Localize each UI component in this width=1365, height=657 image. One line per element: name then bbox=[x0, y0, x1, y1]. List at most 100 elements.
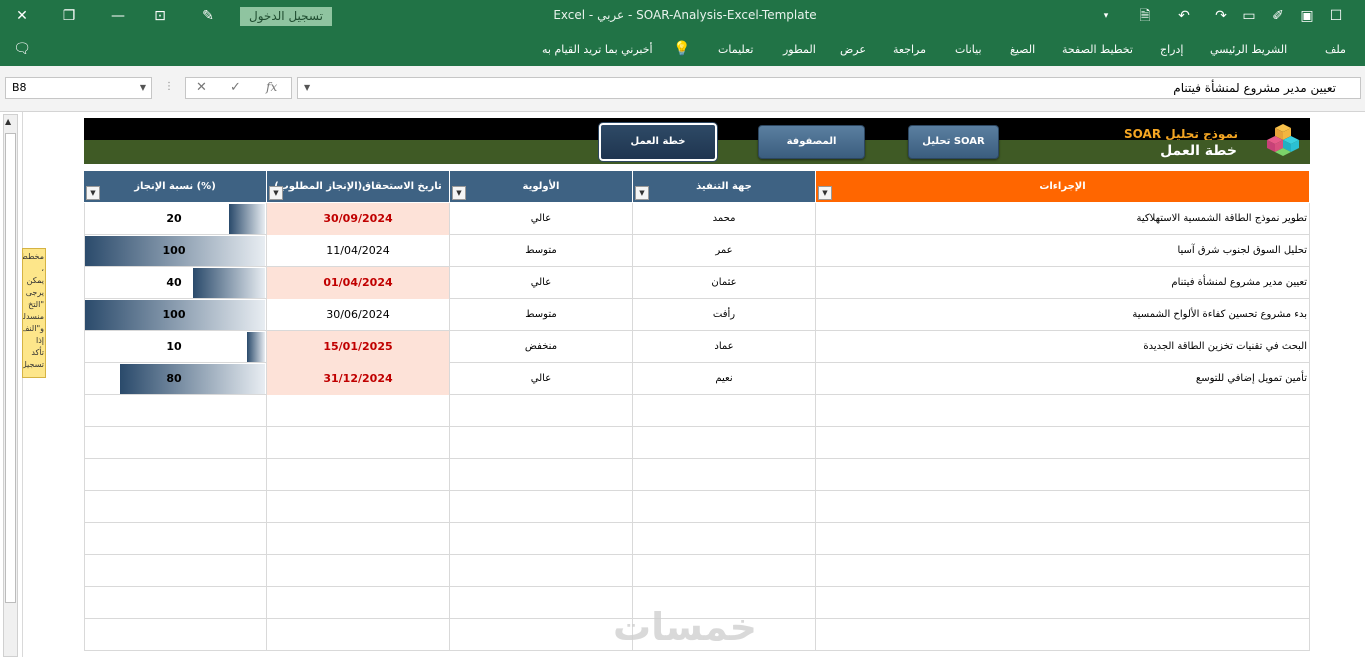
cell-completion[interactable]: 100 bbox=[84, 299, 267, 331]
edit-icon[interactable]: ✐ bbox=[1268, 6, 1288, 26]
filter-dropdown-icon[interactable]: ▼ bbox=[818, 186, 832, 200]
cell-owner[interactable] bbox=[633, 555, 816, 587]
pen-icon[interactable]: ✎ bbox=[198, 6, 218, 26]
cell-owner[interactable] bbox=[633, 459, 816, 491]
cell-completion[interactable]: 40 bbox=[84, 267, 267, 299]
action-plan-button[interactable]: خطة العمل bbox=[599, 123, 717, 161]
chevron-down-icon[interactable]: ▼ bbox=[140, 78, 146, 98]
cell-completion[interactable] bbox=[84, 491, 267, 523]
cell-action[interactable] bbox=[816, 459, 1310, 491]
cell-action[interactable]: البحث في تقنيات تخزين الطاقة الجديدة bbox=[816, 331, 1310, 363]
tab-insert[interactable]: إدراج bbox=[1160, 43, 1183, 56]
cell-priority[interactable] bbox=[450, 395, 633, 427]
drag-handle-icon[interactable]: ⋮ bbox=[164, 81, 174, 92]
filter-dropdown-icon[interactable]: ▼ bbox=[86, 186, 100, 200]
scrollbar-thumb[interactable] bbox=[5, 133, 16, 603]
cell-completion[interactable] bbox=[84, 555, 267, 587]
cell-owner[interactable] bbox=[633, 523, 816, 555]
cell-completion[interactable]: 80 bbox=[84, 363, 267, 395]
cell-action[interactable]: تحليل السوق لجنوب شرق آسيا bbox=[816, 235, 1310, 267]
cell-owner[interactable]: عمر bbox=[633, 235, 816, 267]
cell-due-date[interactable] bbox=[267, 555, 450, 587]
comments-icon[interactable]: 🗨 bbox=[12, 39, 32, 59]
cell-action[interactable] bbox=[816, 619, 1310, 651]
expand-formula-icon[interactable]: ▼ bbox=[304, 78, 310, 98]
cell-due-date[interactable] bbox=[267, 491, 450, 523]
cell-due-date[interactable]: 30/09/2024 bbox=[267, 203, 450, 235]
scroll-up-icon[interactable]: ▲ bbox=[5, 117, 11, 126]
cell-completion[interactable]: 100 bbox=[84, 235, 267, 267]
tab-data[interactable]: بيانات bbox=[955, 43, 982, 56]
tab-page-layout[interactable]: تخطيط الصفحة bbox=[1062, 43, 1133, 56]
open-icon[interactable]: ▭ bbox=[1239, 6, 1259, 26]
cell-completion[interactable] bbox=[84, 427, 267, 459]
tab-file[interactable]: ملف bbox=[1325, 43, 1346, 56]
worksheet[interactable]: ▲ مخطط ، يمكن يرجى "التخ منسدلة و"النف إ… bbox=[0, 112, 1365, 657]
matrix-button[interactable]: المصفوفة bbox=[758, 125, 865, 159]
cell-priority[interactable] bbox=[450, 491, 633, 523]
cell-priority[interactable] bbox=[450, 427, 633, 459]
cell-action[interactable] bbox=[816, 587, 1310, 619]
cell-owner[interactable]: محمد bbox=[633, 203, 816, 235]
cancel-icon[interactable]: ✕ bbox=[196, 80, 207, 95]
cell-owner[interactable]: رأفت bbox=[633, 299, 816, 331]
vertical-scrollbar[interactable]: ▲ bbox=[3, 114, 18, 657]
touch-mode-icon[interactable]: ☐ bbox=[1326, 6, 1346, 26]
tab-help[interactable]: تعليمات bbox=[718, 43, 753, 56]
close-icon[interactable]: ✕ bbox=[12, 6, 32, 26]
cell-due-date[interactable] bbox=[267, 395, 450, 427]
cell-due-date[interactable] bbox=[267, 587, 450, 619]
cell-priority[interactable] bbox=[450, 523, 633, 555]
cell-priority[interactable]: عالي bbox=[450, 363, 633, 395]
cell-owner[interactable] bbox=[633, 427, 816, 459]
soar-analysis-button[interactable]: تحليل SOAR bbox=[908, 125, 999, 159]
cell-due-date[interactable]: 15/01/2025 bbox=[267, 331, 450, 363]
cell-due-date[interactable] bbox=[267, 619, 450, 651]
tab-formulas[interactable]: الصيغ bbox=[1010, 43, 1035, 56]
cell-priority[interactable]: عالي bbox=[450, 267, 633, 299]
customize-qat-icon[interactable]: ▾ bbox=[1096, 6, 1116, 26]
cell-action[interactable] bbox=[816, 427, 1310, 459]
save-icon[interactable]: ▣ bbox=[1297, 6, 1317, 26]
cell-action[interactable]: تأمين تمويل إضافي للتوسع bbox=[816, 363, 1310, 395]
ribbon-display-icon[interactable]: ⊡ bbox=[150, 6, 170, 26]
name-box[interactable]: B8 ▼ bbox=[5, 77, 152, 99]
tab-review[interactable]: مراجعة bbox=[893, 43, 926, 56]
cell-priority[interactable]: منخفض bbox=[450, 331, 633, 363]
tab-home[interactable]: الشريط الرئيسي bbox=[1210, 43, 1287, 56]
cell-owner[interactable]: عماد bbox=[633, 331, 816, 363]
cell-priority[interactable]: عالي bbox=[450, 203, 633, 235]
cell-completion[interactable] bbox=[84, 523, 267, 555]
cell-due-date[interactable]: 30/06/2024 bbox=[267, 299, 450, 331]
sign-in-button[interactable]: تسجيل الدخول bbox=[240, 7, 332, 26]
cell-priority[interactable] bbox=[450, 459, 633, 491]
document-icon[interactable]: 🗎 bbox=[1135, 6, 1155, 26]
cell-owner[interactable] bbox=[633, 491, 816, 523]
cell-due-date[interactable]: 01/04/2024 bbox=[267, 267, 450, 299]
tab-developer[interactable]: المطور bbox=[783, 43, 816, 56]
cell-action[interactable] bbox=[816, 523, 1310, 555]
filter-dropdown-icon[interactable]: ▼ bbox=[635, 186, 649, 200]
formula-input[interactable]: تعيين مدير مشروع لمنشأة فيتنام ▼ bbox=[297, 77, 1361, 99]
cell-completion[interactable] bbox=[84, 459, 267, 491]
cell-due-date[interactable]: 11/04/2024 bbox=[267, 235, 450, 267]
cell-owner[interactable]: عثمان bbox=[633, 267, 816, 299]
cell-priority[interactable]: متوسط bbox=[450, 299, 633, 331]
sticky-note-comment[interactable]: مخطط ، يمكن يرجى "التخ منسدلة و"النف إذا… bbox=[22, 248, 46, 378]
cell-action[interactable]: تطوير نموذج الطاقة الشمسية الاستهلاكية bbox=[816, 203, 1310, 235]
undo-icon[interactable]: ↶ bbox=[1174, 6, 1194, 26]
cell-completion[interactable] bbox=[84, 395, 267, 427]
cell-priority[interactable]: متوسط bbox=[450, 235, 633, 267]
tell-me-search[interactable]: أخبرني بما تريد القيام به bbox=[542, 43, 653, 56]
tab-view[interactable]: عرض bbox=[840, 43, 866, 56]
cell-due-date[interactable] bbox=[267, 523, 450, 555]
minimize-icon[interactable]: — bbox=[108, 6, 128, 26]
cell-action[interactable] bbox=[816, 555, 1310, 587]
cell-completion[interactable] bbox=[84, 619, 267, 651]
redo-icon[interactable]: ↷ bbox=[1211, 6, 1231, 26]
cell-completion[interactable] bbox=[84, 587, 267, 619]
cell-action[interactable]: بدء مشروع تحسين كفاءة الألواح الشمسية bbox=[816, 299, 1310, 331]
filter-dropdown-icon[interactable]: ▼ bbox=[452, 186, 466, 200]
cell-completion[interactable]: 20 bbox=[84, 203, 267, 235]
cell-action[interactable] bbox=[816, 491, 1310, 523]
